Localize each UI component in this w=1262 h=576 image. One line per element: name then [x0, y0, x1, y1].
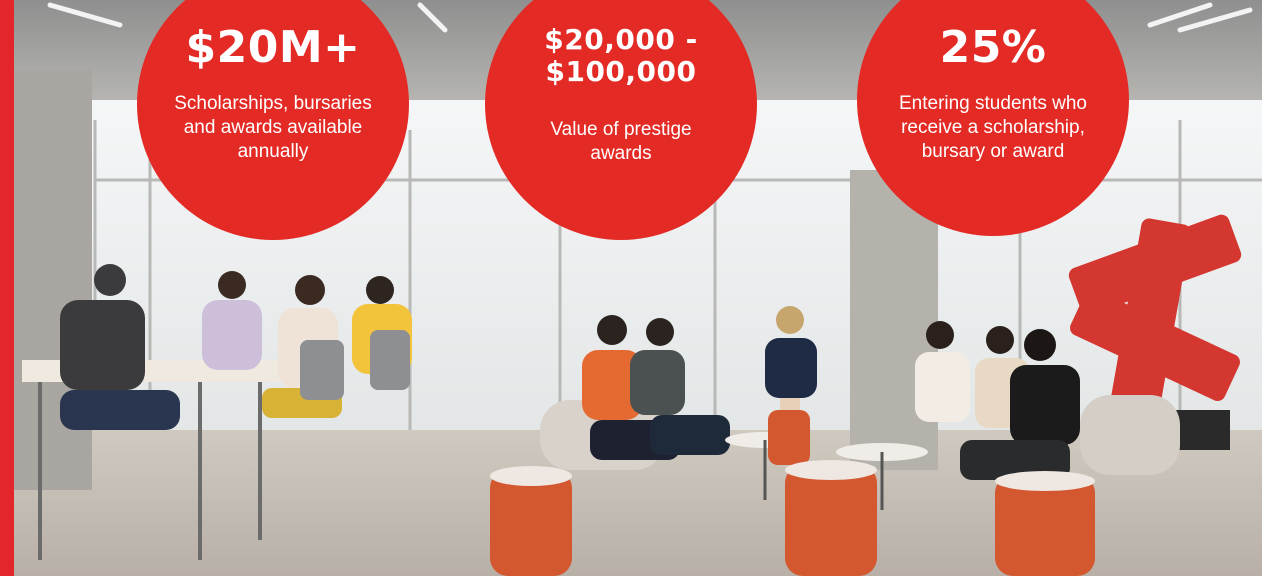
stat-description: Scholarships, bursaries and awards avail…	[174, 93, 372, 162]
stat-value: $20,000 - $100,000	[544, 23, 698, 88]
hero-section: $20M+ Scholarships, bursaries and awards…	[0, 0, 1262, 576]
stat-description: Value of prestige awards	[550, 119, 692, 164]
stat-value: 25%	[939, 22, 1047, 73]
accent-bar	[0, 0, 14, 576]
stat-value: $20M+	[185, 22, 361, 73]
stat-description: Entering students who receive a scholars…	[898, 93, 1087, 162]
